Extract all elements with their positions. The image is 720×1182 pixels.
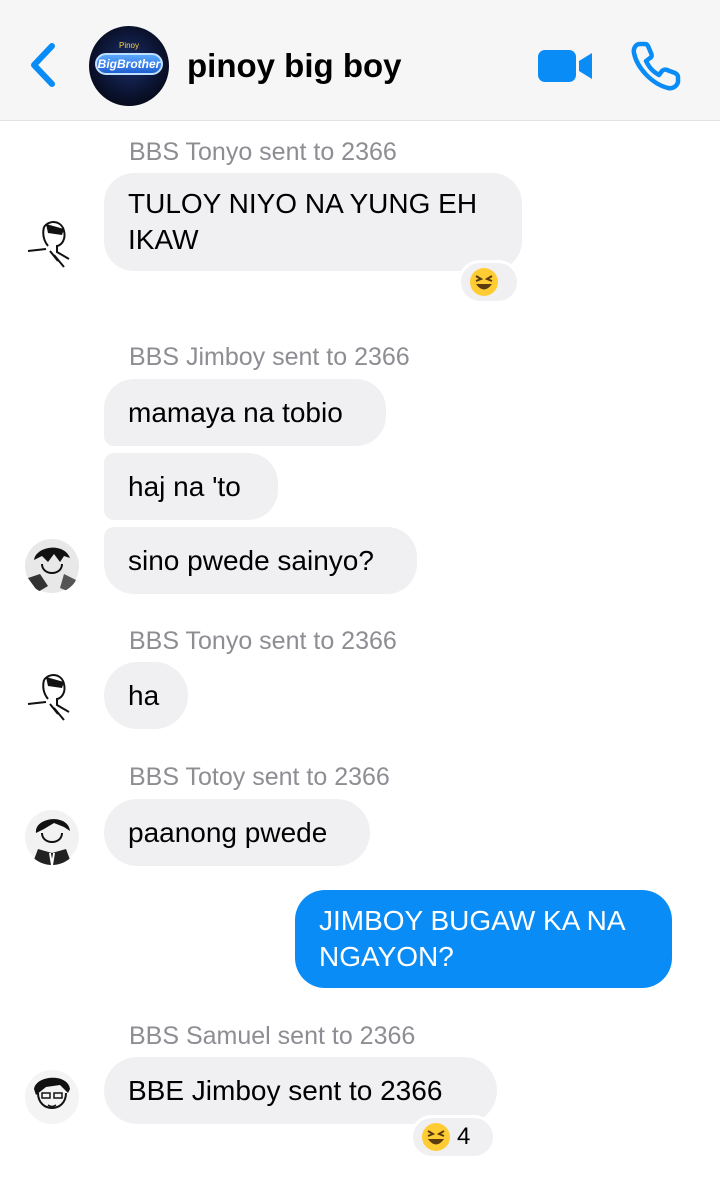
message-bubble[interactable]: ha — [104, 662, 188, 729]
group-avatar[interactable]: Pinoy BigBrother — [89, 26, 169, 106]
avatar[interactable] — [24, 538, 80, 594]
sender-label: BBS Tonyo sent to 2366 — [129, 627, 397, 655]
person-sketch-icon — [25, 810, 79, 865]
message-line: TULOY NIYO NA YUNG EH — [128, 188, 478, 219]
chat-header: Pinoy BigBrother pinoy big boy — [0, 0, 720, 121]
laughing-emoji-icon — [422, 1123, 450, 1151]
message-bubble[interactable]: haj na 'to — [104, 453, 278, 520]
message-bubble[interactable]: mamaya na tobio — [104, 379, 386, 446]
message-bubble[interactable]: TULOY NIYO NA YUNG EH IKAW — [104, 173, 522, 271]
avatar[interactable] — [24, 215, 80, 271]
person-sketch-icon — [25, 539, 79, 593]
message-line: JIMBOY BUGAW KA NA — [319, 905, 626, 936]
outgoing-message-bubble[interactable]: JIMBOY BUGAW KA NA NGAYON? — [295, 890, 672, 988]
person-sketch-icon — [25, 1070, 79, 1124]
message-line: NGAYON? — [319, 941, 454, 972]
avatar[interactable] — [24, 809, 80, 865]
person-sketch-icon — [27, 674, 70, 721]
sender-label: BBS Samuel sent to 2366 — [129, 1022, 416, 1050]
reaction-badge[interactable] — [458, 260, 520, 304]
sender-label: BBS Tonyo sent to 2366 — [129, 138, 397, 166]
avatar[interactable] — [24, 1069, 80, 1125]
chat-title[interactable]: pinoy big boy — [187, 46, 401, 86]
avatar-logo-text: BigBrother — [95, 53, 163, 75]
message-bubble[interactable]: BBE Jimboy sent to 2366 — [104, 1057, 497, 1124]
sender-label: BBS Jimboy sent to 2366 — [129, 343, 410, 371]
message-bubble[interactable]: sino pwede sainyo? — [104, 527, 417, 594]
video-call-icon[interactable] — [537, 48, 593, 84]
reaction-badge[interactable]: 4 — [410, 1115, 496, 1159]
reaction-count: 4 — [457, 1123, 471, 1150]
message-bubble[interactable]: paanong pwede — [104, 799, 370, 866]
phone-call-icon[interactable] — [630, 40, 682, 92]
laughing-emoji-icon — [470, 268, 498, 296]
sender-label: BBS Totoy sent to 2366 — [129, 763, 390, 791]
avatar-top-text: Pinoy — [118, 41, 139, 50]
person-sketch-icon — [27, 221, 70, 268]
avatar[interactable] — [24, 668, 80, 724]
message-line: IKAW — [128, 224, 199, 255]
back-chevron-icon[interactable] — [22, 40, 62, 90]
